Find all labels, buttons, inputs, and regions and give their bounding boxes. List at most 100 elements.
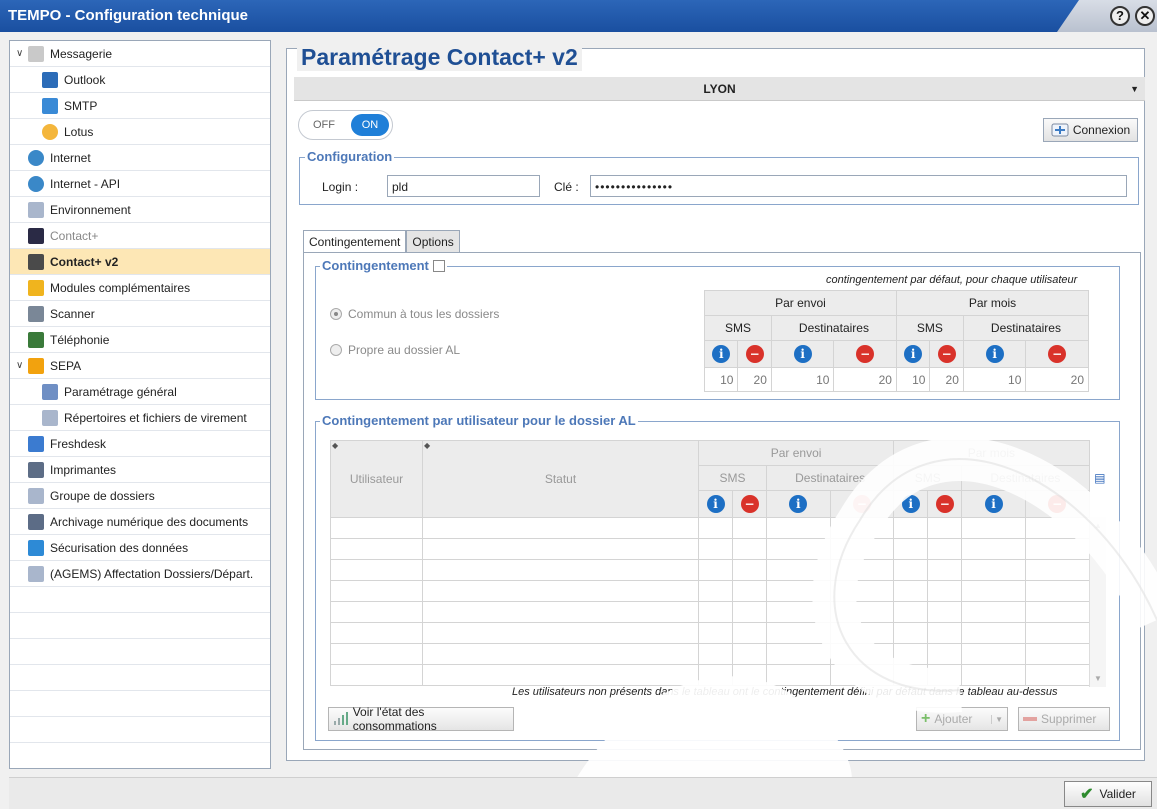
tree-item[interactable]: Téléphonie [10, 327, 270, 353]
tree-item-label: Environnement [50, 202, 131, 217]
tree-item[interactable]: Répertoires et fichiers de virement [10, 405, 270, 431]
info-icon[interactable]: i [985, 345, 1004, 363]
col-user[interactable]: ◆ Utilisateur [330, 440, 423, 518]
info-icon[interactable]: i [793, 345, 812, 363]
info-icon[interactable]: i [712, 345, 731, 363]
minus-icon[interactable]: − [745, 345, 764, 363]
tree-item[interactable]: Lotus [10, 119, 270, 145]
add-button[interactable]: + Ajouter ▼ [916, 707, 1008, 731]
outlook-icon [42, 71, 58, 88]
minus-icon[interactable]: − [740, 495, 759, 513]
tree-item[interactable]: Freshdesk [10, 431, 270, 457]
tree-item[interactable]: Internet - API [10, 171, 270, 197]
activation-toggle[interactable]: OFF ON [298, 110, 393, 140]
info-icon[interactable]: i [904, 345, 923, 363]
table-row[interactable] [330, 538, 1111, 560]
quota-value[interactable]: 10 [962, 367, 1027, 392]
col-status[interactable]: ◆ Statut [422, 440, 699, 518]
minus-cell: − [737, 340, 772, 368]
table-row[interactable] [330, 580, 1111, 602]
minus-icon[interactable]: − [1048, 495, 1067, 513]
scroll-down-icon[interactable]: ▼ [1090, 674, 1106, 683]
minus-icon[interactable]: − [1048, 345, 1067, 363]
tree-item[interactable]: Paramétrage général [10, 379, 270, 405]
info-icon[interactable]: i [789, 495, 808, 513]
connexion-button[interactable]: Connexion [1043, 118, 1138, 142]
minus-icon[interactable]: − [856, 345, 875, 363]
tree-item[interactable]: Contact+ [10, 223, 270, 249]
tree-item[interactable]: Archivage numérique des documents [10, 509, 270, 535]
quota-value[interactable]: 20 [737, 367, 772, 392]
table-row[interactable] [330, 664, 1111, 686]
tree-item[interactable]: Imprimantes [10, 457, 270, 483]
tab-contingentement[interactable]: Contingentement [303, 230, 407, 253]
tree-item[interactable]: (AGEMS) Affectation Dossiers/Départ. [10, 561, 270, 587]
folder-icon [28, 565, 44, 582]
table-cell [732, 559, 768, 581]
table-cell [766, 601, 831, 623]
quota-value[interactable]: 20 [929, 367, 964, 392]
quota-value[interactable]: 20 [1025, 367, 1089, 392]
login-field[interactable]: pld [387, 175, 540, 197]
minus-icon[interactable]: − [852, 495, 871, 513]
tree-item[interactable]: SMTP [10, 93, 270, 119]
table-cell [330, 580, 423, 602]
destinataires-header: Destinataires [961, 465, 1090, 491]
table-row[interactable] [330, 559, 1111, 581]
tree-item[interactable]: Scanner [10, 301, 270, 327]
validate-button[interactable]: ✔ Valider [1064, 781, 1152, 807]
table-cell [893, 643, 929, 665]
help-icon[interactable]: ? [1110, 6, 1130, 26]
tree-item[interactable]: Contact+ v2 [10, 249, 270, 275]
chevron-down-icon[interactable]: ▼ [991, 714, 1003, 724]
table-cell [1024, 559, 1090, 581]
tree-item[interactable]: Outlook [10, 67, 270, 93]
minus-icon[interactable]: − [937, 345, 956, 363]
close-icon[interactable]: ✕ [1135, 6, 1155, 26]
chevron-down-icon[interactable]: ∨ [16, 48, 28, 59]
cle-field[interactable]: ••••••••••••••• [590, 175, 1127, 197]
delete-button[interactable]: Supprimer [1018, 707, 1110, 731]
info-icon[interactable]: i [706, 495, 725, 513]
tree-item[interactable]: ∨ Messagerie [10, 41, 270, 67]
table-cell [697, 580, 734, 602]
quota-value[interactable]: 20 [833, 367, 897, 392]
quota-value[interactable]: 10 [895, 367, 931, 392]
tree-item-label: Sécurisation des données [50, 540, 189, 555]
table-cell [893, 559, 929, 581]
chevron-down-icon[interactable]: ∨ [16, 360, 28, 371]
info-icon[interactable]: i [901, 495, 920, 513]
table-cell [961, 643, 1026, 665]
quota-value[interactable]: 10 [770, 367, 835, 392]
scroll-up-icon[interactable]: ▲ [1090, 521, 1106, 530]
tree-item[interactable]: Environnement [10, 197, 270, 223]
radio-own[interactable]: Propre au dossier AL [330, 343, 460, 357]
status-bar [9, 777, 1157, 809]
tab-options[interactable]: Options [406, 230, 460, 252]
tree-item[interactable]: Modules complémentaires [10, 275, 270, 301]
bars-icon [334, 712, 348, 725]
contingentement-checkbox[interactable] [432, 259, 445, 272]
radio-own-dot [330, 344, 342, 356]
minus-icon[interactable]: − [935, 495, 954, 513]
delete-label: Supprimer [1041, 712, 1097, 726]
table-row[interactable] [330, 643, 1111, 665]
tree-item[interactable]: Groupe de dossiers [10, 483, 270, 509]
table-row[interactable] [330, 622, 1111, 644]
folder-icon [28, 201, 44, 218]
quota-value[interactable]: 10 [703, 367, 739, 392]
table-cell [766, 622, 831, 644]
consumption-button[interactable]: Voir l'état des consommations [328, 705, 514, 733]
tree-item[interactable]: Sécurisation des données [10, 535, 270, 561]
destinataires-header: Destinataires [962, 315, 1090, 341]
vertical-scrollbar[interactable]: ▲ ▼ [1089, 517, 1106, 687]
columns-icon[interactable]: ▤ [1094, 471, 1105, 485]
radio-common[interactable]: Commun à tous les dossiers [330, 307, 499, 321]
sms-header: SMS [704, 315, 772, 341]
info-icon[interactable]: i [984, 495, 1003, 513]
dossier-select[interactable]: LYON ▼ [294, 77, 1145, 101]
tree-item[interactable]: ∨ SEPA [10, 353, 270, 379]
table-row[interactable] [330, 517, 1111, 539]
table-row[interactable] [330, 601, 1111, 623]
tree-item[interactable]: Internet [10, 145, 270, 171]
